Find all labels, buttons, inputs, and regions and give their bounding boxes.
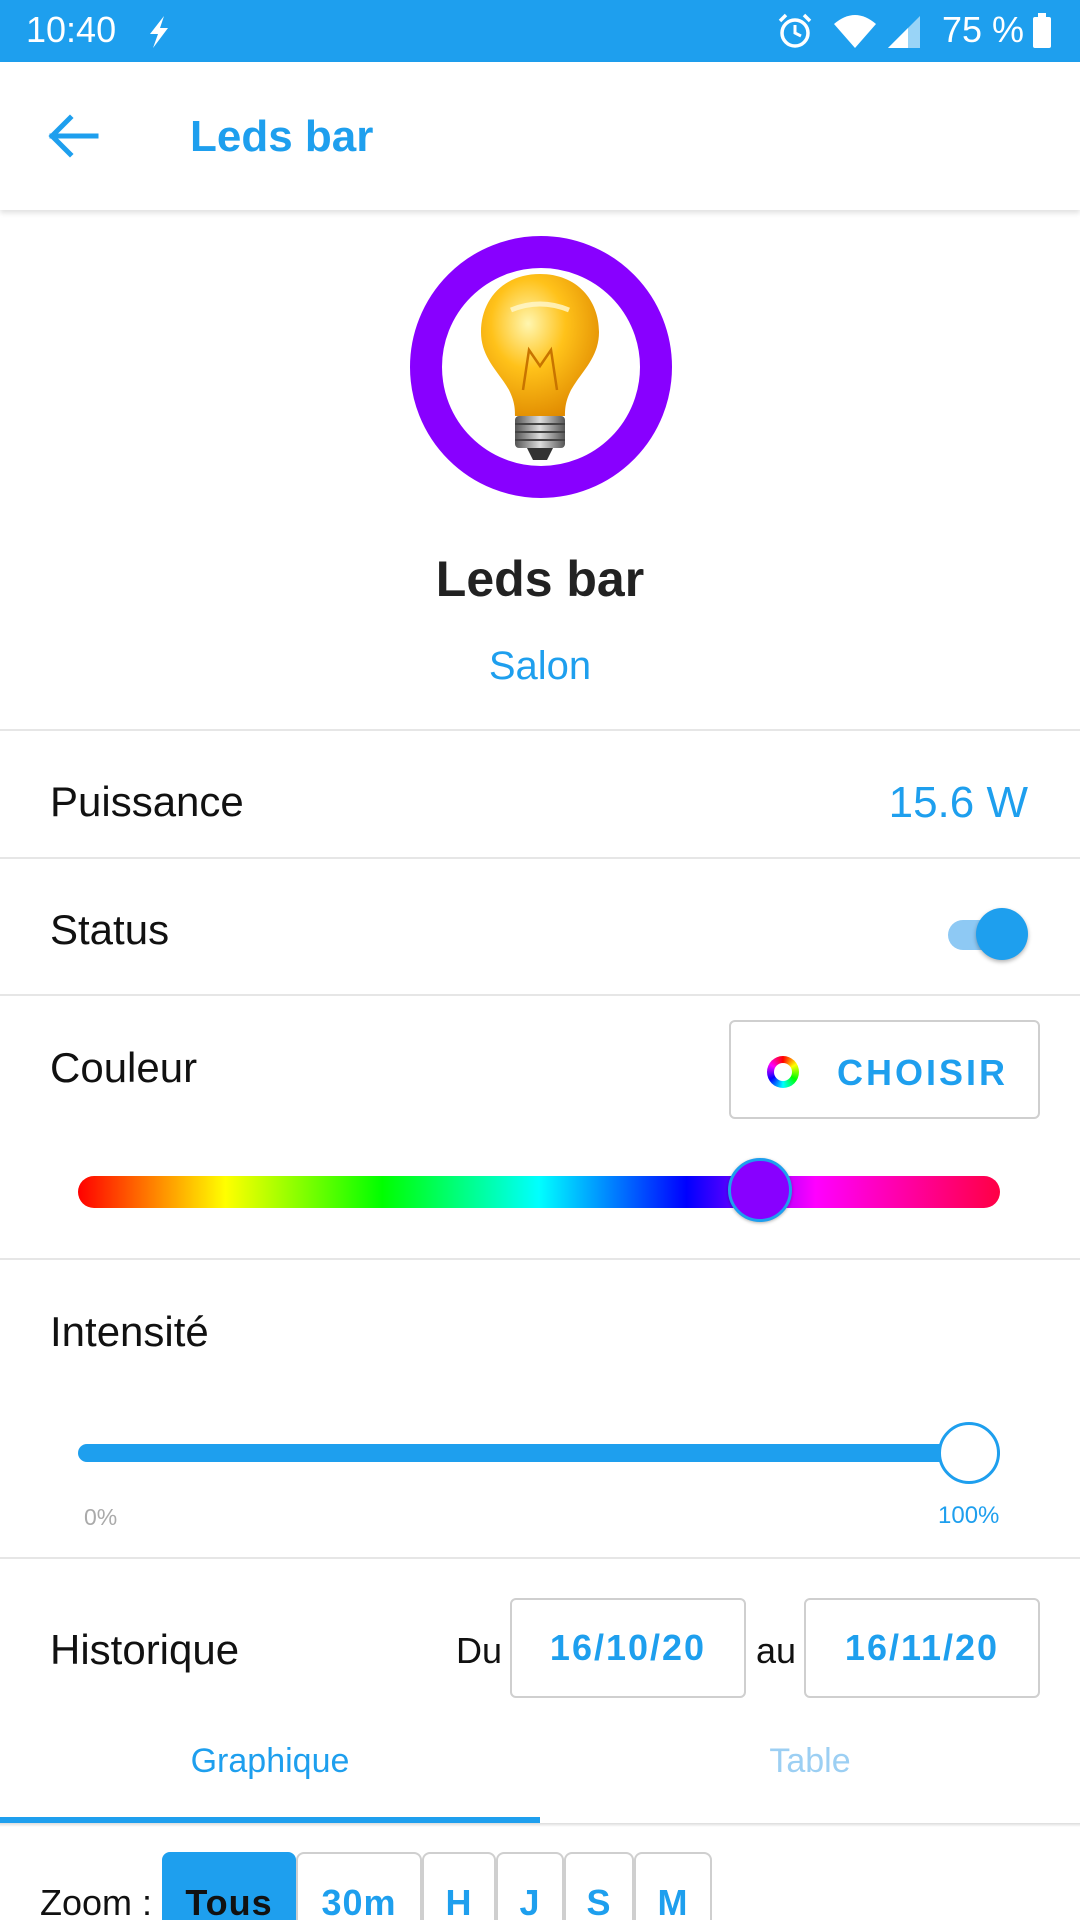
zoom-option-day[interactable]: J (496, 1852, 564, 1920)
intensity-slider-track[interactable] (78, 1444, 1000, 1462)
hue-slider-thumb[interactable] (728, 1158, 792, 1222)
status-toggle[interactable] (946, 906, 1030, 962)
device-room[interactable]: Salon (0, 644, 1080, 689)
zoom-option-month[interactable]: M (634, 1852, 712, 1920)
choose-color-label: CHOISIR (837, 1052, 1009, 1093)
arrow-left-icon[interactable] (44, 112, 104, 160)
page-title: Leds bar (190, 112, 374, 161)
status-label: Status (50, 906, 170, 953)
hue-slider-track[interactable] (78, 1176, 1000, 1208)
from-date-field[interactable]: 16/10/20 (510, 1598, 746, 1698)
zoom-option-hour[interactable]: H (422, 1852, 496, 1920)
intensity-slider-thumb[interactable] (938, 1422, 1000, 1484)
divider (0, 994, 1080, 996)
intensity-max-label: 100% (938, 1502, 1000, 1529)
intensity-min-label: 0% (84, 1504, 118, 1530)
wifi-icon (834, 15, 876, 48)
status-bar: 10:40 75 % (0, 0, 1080, 62)
zoom-option-week[interactable]: S (564, 1852, 634, 1920)
to-date-field[interactable]: 16/11/20 (804, 1598, 1040, 1698)
divider (0, 1258, 1080, 1260)
app-bar: Leds bar (0, 62, 1080, 210)
history-label: Historique (50, 1626, 240, 1673)
alarm-icon (778, 13, 812, 48)
color-wheel-icon (767, 1056, 799, 1088)
intensity-label: Intensité (50, 1308, 209, 1355)
zoom-option-all[interactable]: Tous (162, 1852, 296, 1920)
tab-table[interactable]: Table (540, 1742, 1080, 1781)
power-value: 15.6 W (888, 778, 1028, 827)
zoom-option-30m[interactable]: 30m (296, 1852, 422, 1920)
toggle-thumb[interactable] (976, 908, 1028, 960)
from-label: Du (456, 1630, 503, 1671)
status-time: 10:40 (26, 9, 117, 50)
to-label: au (756, 1630, 797, 1671)
light-bulb-icon (481, 274, 599, 460)
charging-bolt-icon (150, 16, 168, 48)
battery-icon (1033, 13, 1051, 48)
tab-graph[interactable]: Graphique (0, 1742, 540, 1781)
divider (0, 857, 1080, 859)
divider (0, 729, 1080, 731)
battery-percent: 75 % (942, 9, 1025, 50)
choose-color-button[interactable]: CHOISIR (729, 1020, 1040, 1119)
tab-shadow (0, 1823, 1080, 1827)
divider (0, 1557, 1080, 1559)
color-label: Couleur (50, 1044, 198, 1091)
power-label: Puissance (50, 778, 244, 825)
signal-icon (888, 16, 920, 48)
zoom-label: Zoom : (40, 1882, 153, 1920)
device-name: Leds bar (435, 551, 645, 607)
